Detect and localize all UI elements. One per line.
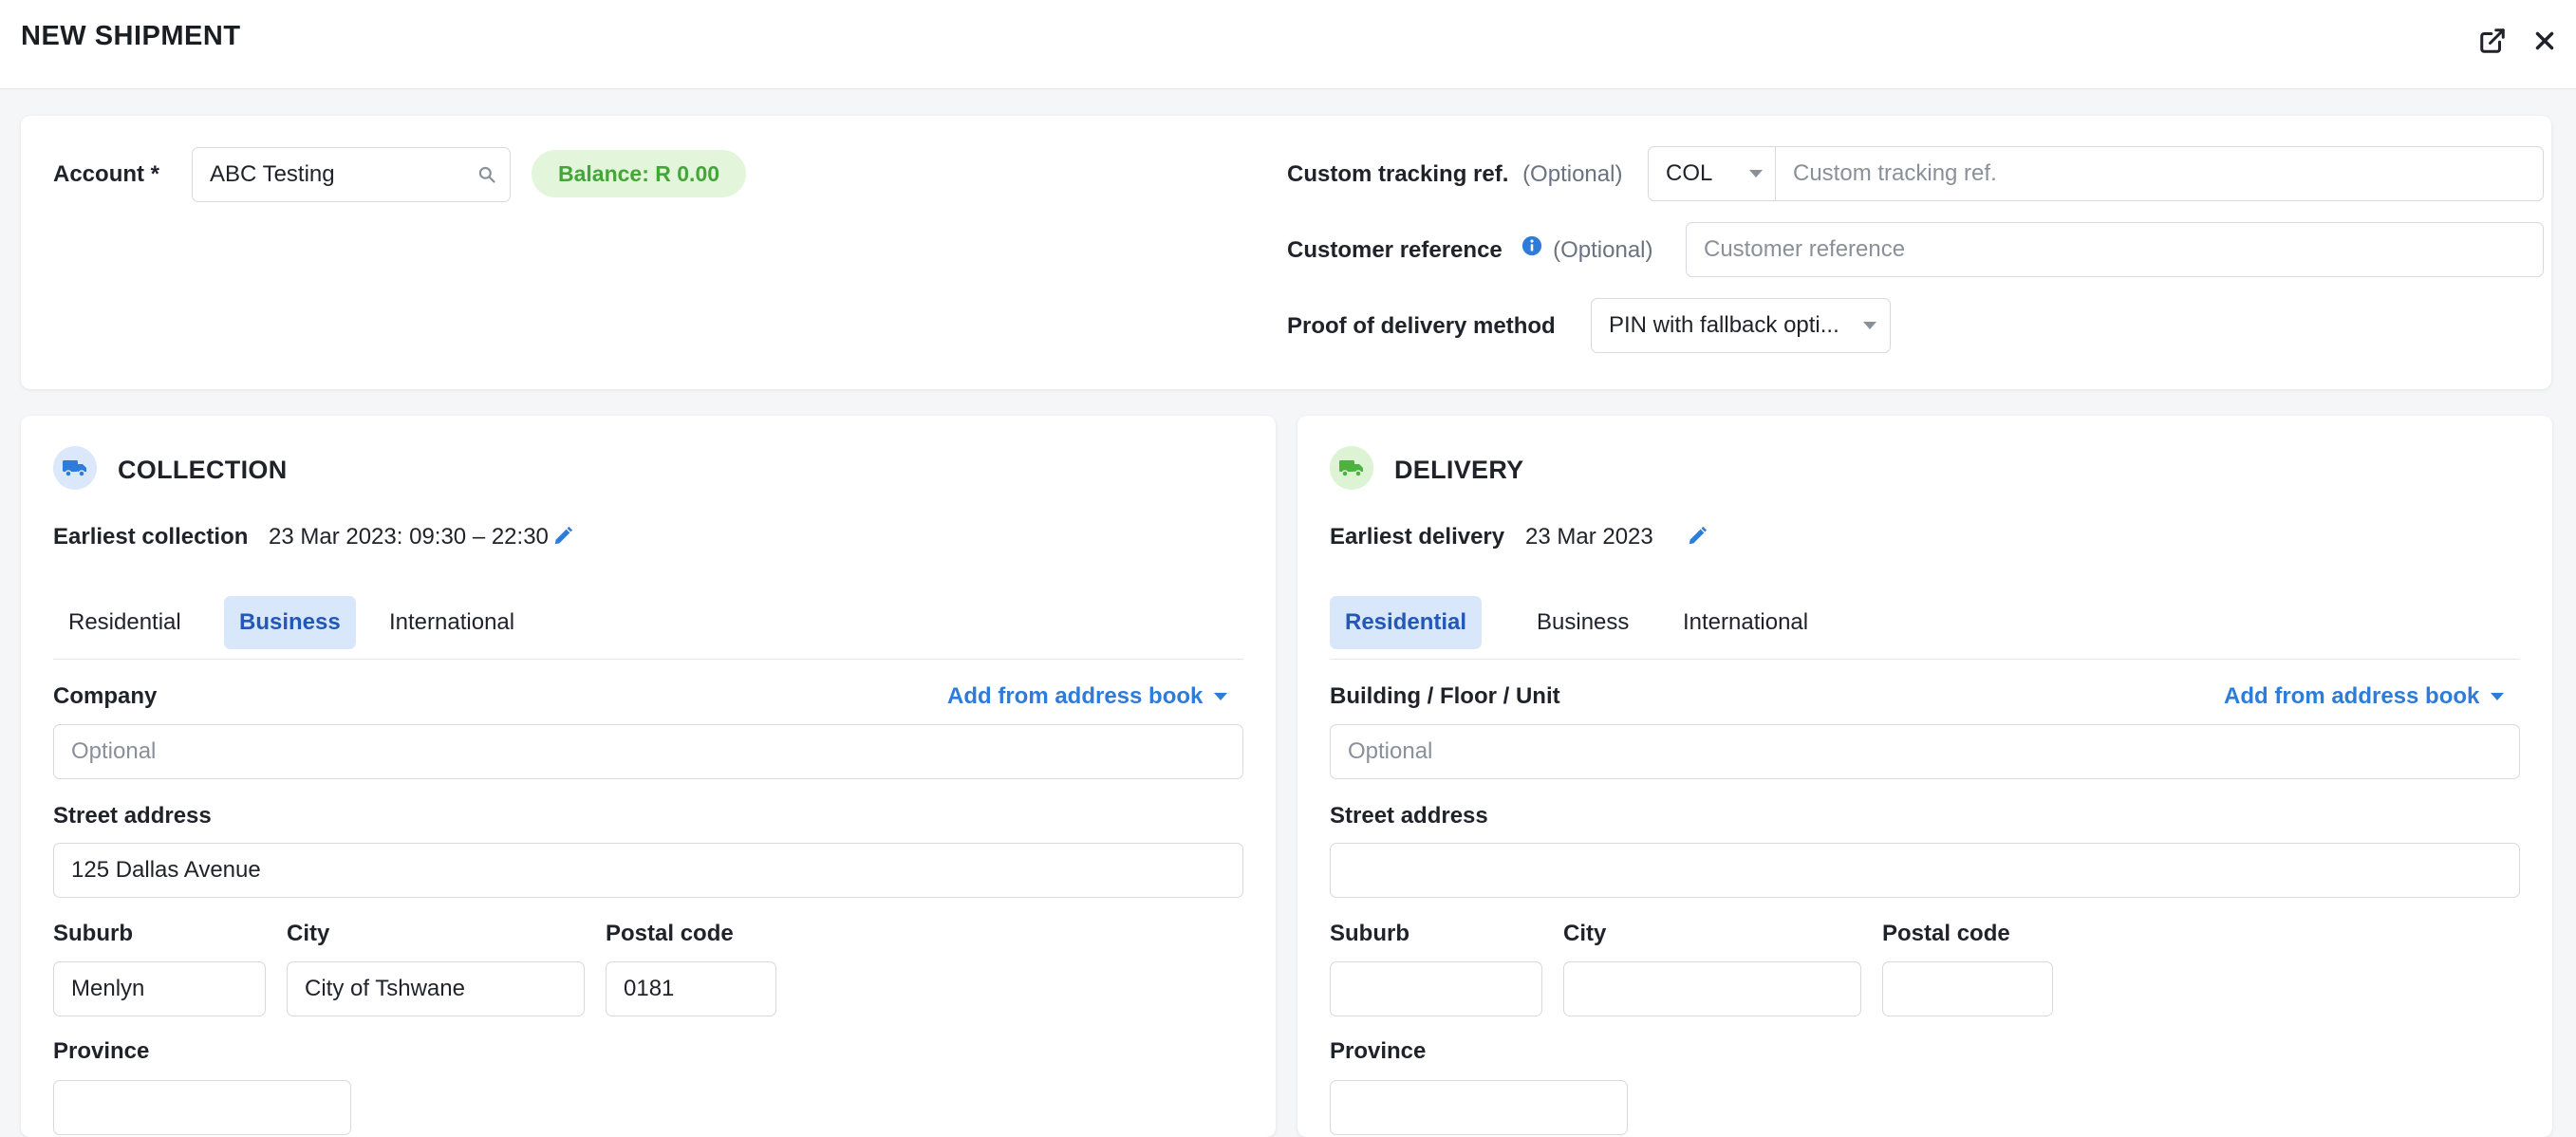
street-address-label: Street address — [53, 803, 212, 829]
tracking-ref-placeholder: Custom tracking ref. — [1793, 160, 1997, 186]
postal-code-label: Postal code — [606, 921, 734, 946]
add-from-address-book-button[interactable]: Add from address book — [2224, 683, 2505, 710]
pod-method-select[interactable]: PIN with fallback opti... — [1591, 298, 1891, 353]
add-from-address-book-button[interactable]: Add from address book — [947, 683, 1228, 710]
city-input[interactable] — [1563, 961, 1861, 1016]
tracking-optional-text: (Optional) — [1522, 161, 1623, 187]
tracking-ref-label-text: Custom tracking ref. — [1287, 161, 1509, 187]
tab-business[interactable]: Business — [1521, 596, 1644, 649]
company-label: Company — [53, 683, 158, 709]
customer-reference-placeholder: Customer reference — [1704, 236, 1906, 262]
city-label: City — [1563, 921, 1607, 946]
province-select[interactable] — [53, 1080, 351, 1135]
tab-business[interactable]: Business — [224, 596, 356, 649]
edit-pencil-icon[interactable] — [1687, 526, 1708, 547]
city-input[interactable]: City of Tshwane — [287, 961, 585, 1016]
chevron-down-icon — [1863, 299, 1876, 351]
external-link-icon[interactable] — [2478, 27, 2507, 55]
postal-code-input[interactable] — [1882, 961, 2053, 1016]
collection-card: COLLECTION Earliest collection 23 Mar 20… — [21, 416, 1276, 1137]
pod-method-label: Proof of delivery method — [1287, 313, 1556, 339]
city-label: City — [287, 921, 330, 946]
company-placeholder: Optional — [71, 738, 157, 764]
tab-residential[interactable]: Residential — [53, 596, 196, 649]
tab-international[interactable]: International — [1668, 596, 1823, 649]
postal-code-value: 0181 — [624, 976, 675, 1001]
tracking-ref-input[interactable]: Custom tracking ref. — [1775, 146, 2544, 201]
page-title: NEW SHIPMENT — [21, 21, 241, 51]
balance-badge: Balance: R 0.00 — [532, 150, 747, 197]
search-icon — [477, 148, 496, 200]
customer-reference-optional-text: (Optional) — [1553, 237, 1653, 263]
delivery-card: DELIVERY Earliest delivery 23 Mar 2023 R… — [1297, 416, 2552, 1137]
province-label: Province — [1330, 1038, 1427, 1064]
chevron-down-icon — [2491, 693, 2505, 700]
shipment-details-card: Account * ABC Testing Balance: R 0.00 Cu… — [21, 116, 2551, 389]
earliest-delivery-label: Earliest delivery — [1330, 524, 1505, 550]
customer-reference-label-text: Customer reference — [1287, 237, 1503, 263]
chevron-down-icon — [1749, 147, 1763, 199]
customer-reference-label: Customer reference (Optional) — [1287, 235, 1653, 264]
province-label: Province — [53, 1038, 150, 1064]
street-address-input[interactable] — [1330, 843, 2520, 898]
add-from-address-book-label: Add from address book — [2224, 683, 2480, 709]
suburb-value: Menlyn — [71, 976, 145, 1001]
street-address-label: Street address — [1330, 803, 1488, 829]
close-icon[interactable] — [2530, 27, 2559, 55]
tab-divider — [1330, 659, 2520, 660]
add-from-address-book-label: Add from address book — [947, 683, 1204, 709]
account-search-input[interactable]: ABC Testing — [192, 147, 511, 202]
street-address-value: 125 Dallas Avenue — [71, 857, 261, 883]
street-address-input[interactable]: 125 Dallas Avenue — [53, 843, 1243, 898]
customer-reference-input[interactable]: Customer reference — [1686, 222, 2544, 277]
tracking-prefix-value: COL — [1666, 160, 1713, 186]
building-floor-unit-input[interactable]: Optional — [1330, 724, 2520, 779]
suburb-label: Suburb — [53, 921, 133, 946]
collection-title: COLLECTION — [118, 456, 288, 484]
province-select[interactable] — [1330, 1080, 1628, 1135]
suburb-input[interactable]: Menlyn — [53, 961, 266, 1016]
account-value: ABC Testing — [210, 161, 335, 187]
building-floor-unit-label: Building / Floor / Unit — [1330, 683, 1560, 709]
tracking-ref-label: Custom tracking ref. (Optional) — [1287, 161, 1622, 188]
edit-pencil-icon[interactable] — [552, 526, 573, 547]
tab-residential[interactable]: Residential — [1330, 596, 1483, 649]
suburb-label: Suburb — [1330, 921, 1409, 946]
building-floor-unit-placeholder: Optional — [1348, 738, 1433, 764]
postal-code-input[interactable]: 0181 — [606, 961, 776, 1016]
header-bar: NEW SHIPMENT — [0, 0, 2576, 89]
postal-code-label: Postal code — [1882, 921, 2010, 946]
truck-icon — [1330, 446, 1373, 490]
earliest-collection-value: 23 Mar 2023: 09:30 – 22:30 — [269, 524, 549, 550]
tab-divider — [53, 659, 1243, 660]
tracking-prefix-select[interactable]: COL — [1648, 146, 1777, 201]
company-input[interactable]: Optional — [53, 724, 1243, 779]
info-icon[interactable] — [1521, 235, 1542, 263]
delivery-title: DELIVERY — [1394, 456, 1524, 484]
suburb-input[interactable] — [1330, 961, 1542, 1016]
earliest-delivery-value: 23 Mar 2023 — [1525, 524, 1653, 550]
chevron-down-icon — [1214, 693, 1228, 700]
tab-international[interactable]: International — [374, 596, 530, 649]
city-value: City of Tshwane — [305, 976, 465, 1001]
account-label: Account * — [53, 161, 160, 187]
pod-method-value: PIN with fallback opti... — [1609, 312, 1839, 338]
truck-icon — [53, 446, 97, 490]
earliest-collection-label: Earliest collection — [53, 524, 249, 550]
